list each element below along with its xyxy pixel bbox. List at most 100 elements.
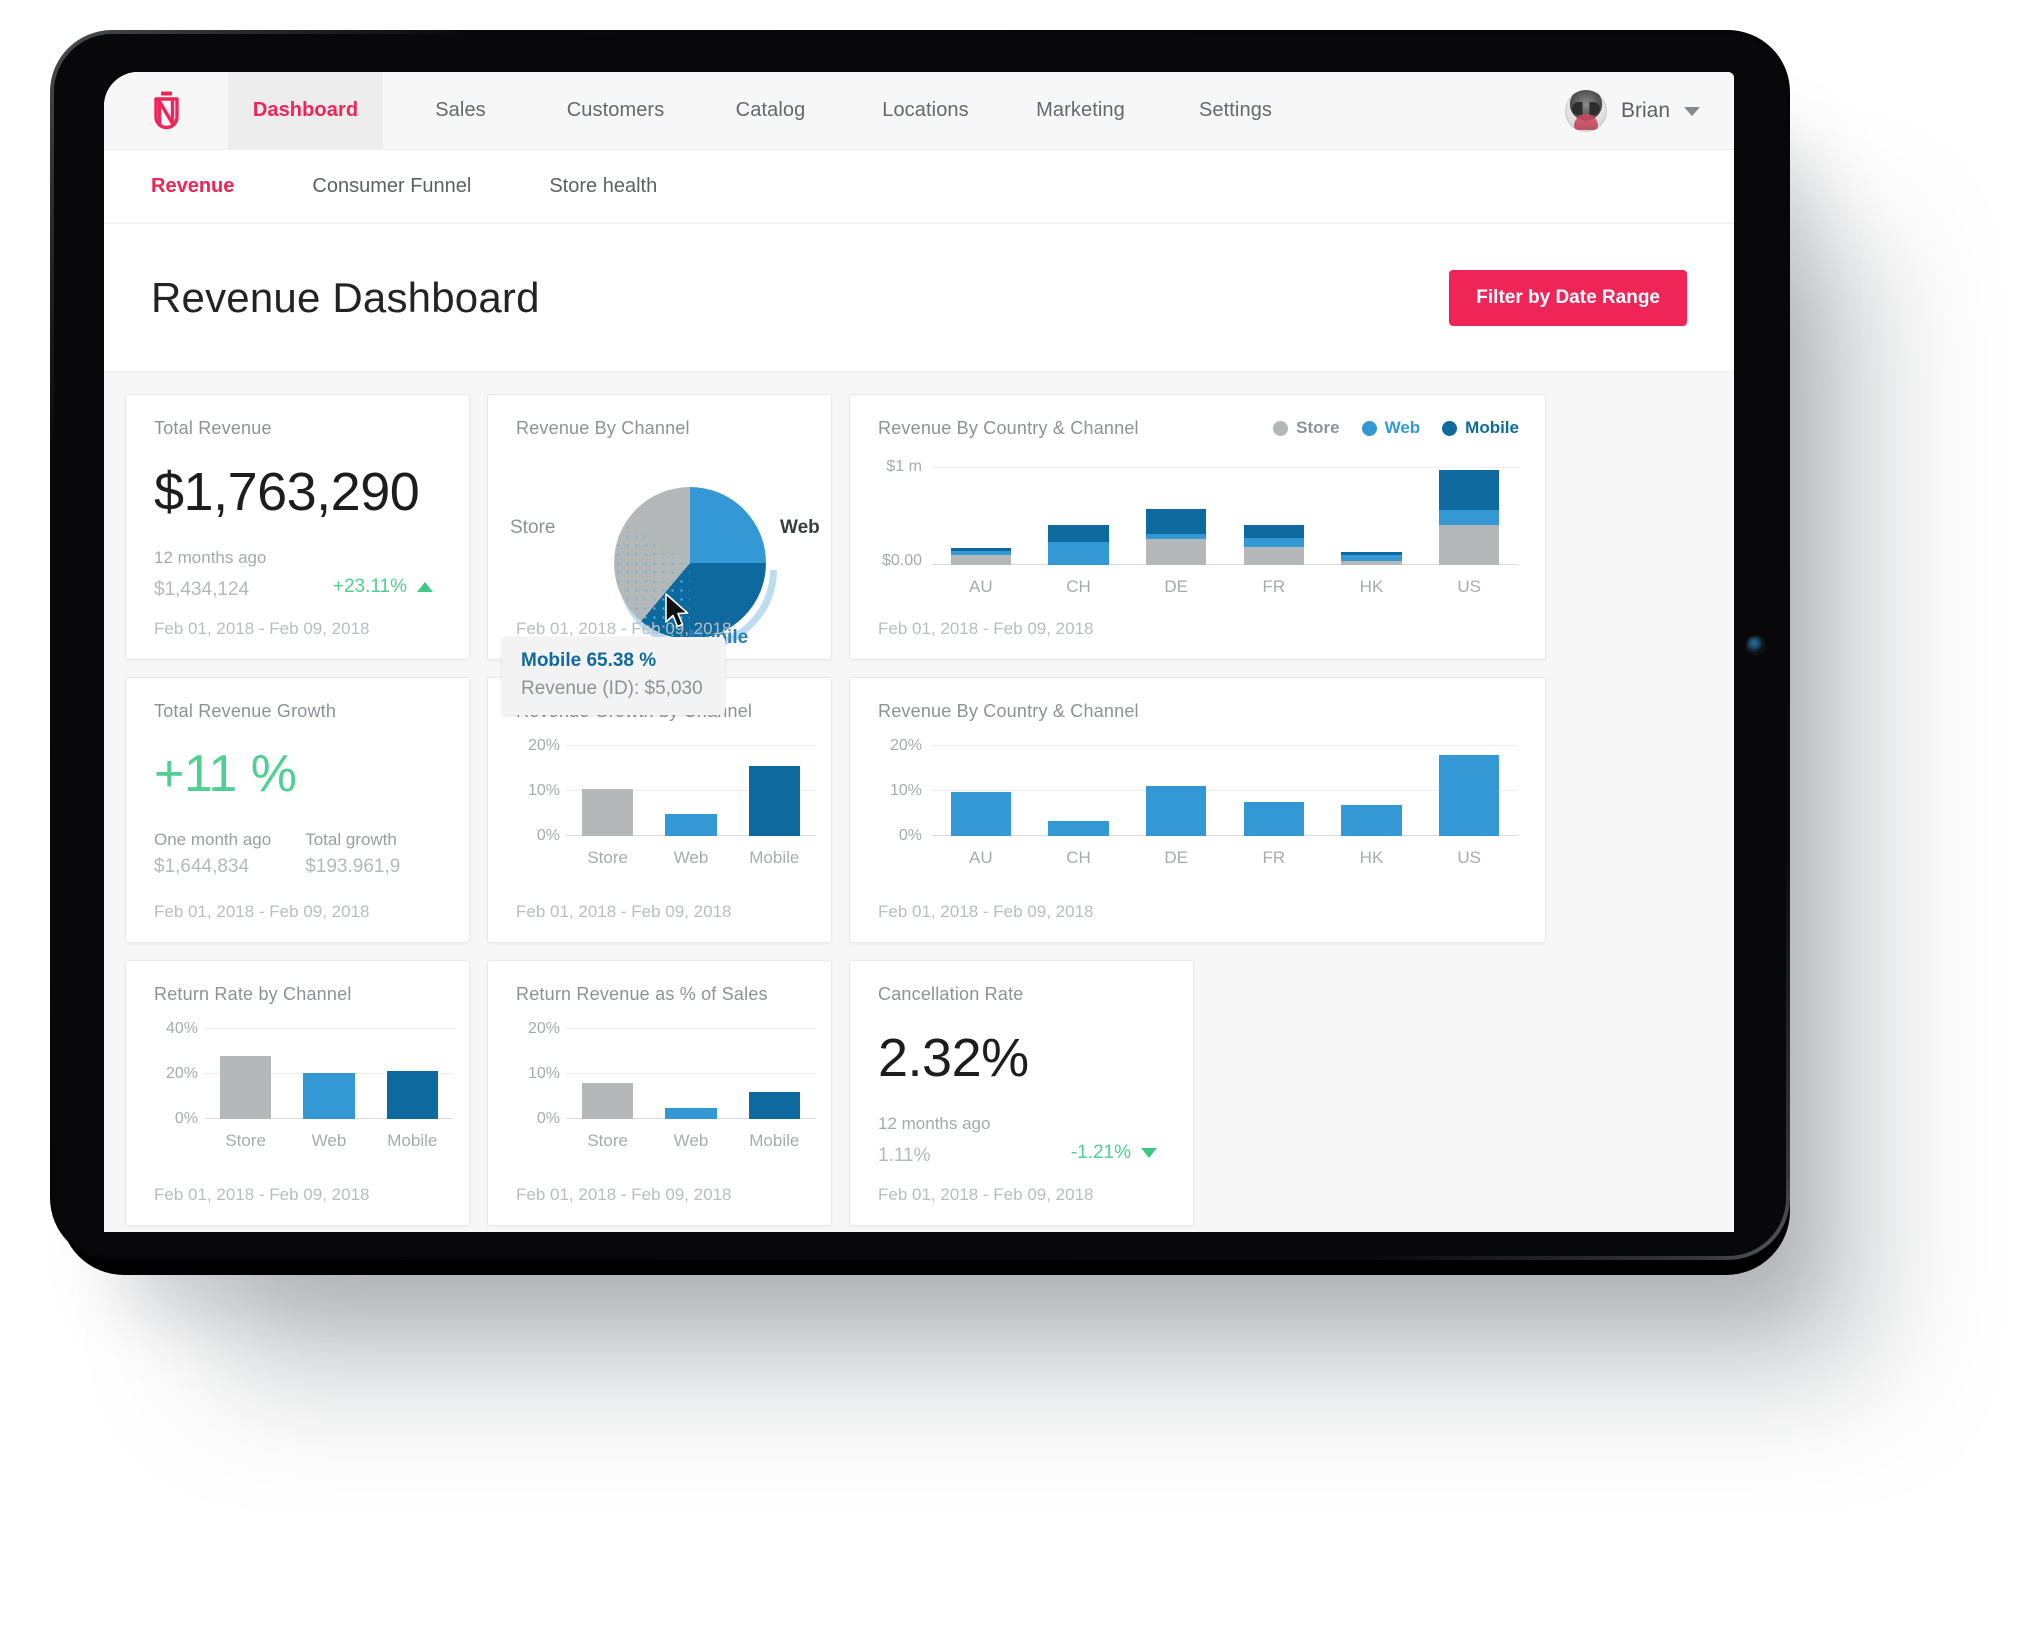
card-title: Return Rate by Channel (154, 984, 352, 1004)
card-date-range: Feb 01, 2018 - Feb 09, 2018 (154, 902, 370, 921)
stacked-bar-ch-web[interactable] (1048, 541, 1109, 565)
card-date-range: Feb 01, 2018 - Feb 09, 2018 (878, 902, 1094, 921)
stacked-bar-us-web[interactable] (1438, 510, 1500, 526)
bar-mobile[interactable] (748, 1092, 801, 1119)
filter-by-date-range-button[interactable]: Filter by Date Range (1449, 269, 1687, 326)
card-total-revenue: Total Revenue $1,763,290 12 months ago $… (125, 394, 470, 660)
nav-tab-catalog[interactable]: Catalog (693, 72, 848, 149)
kpi-label: One month ago (154, 830, 272, 849)
legend-label: Web (1384, 418, 1421, 437)
dashboard-content: Total Revenue $1,763,290 12 months ago $… (104, 372, 1734, 1232)
compare-label: 12 months ago (878, 1114, 991, 1133)
card-title: Cancellation Rate (878, 984, 1024, 1004)
bar-store[interactable] (581, 1083, 634, 1119)
bar-ch[interactable] (1048, 820, 1109, 836)
bar-web[interactable] (303, 1072, 355, 1119)
legend-dot-store (1273, 420, 1289, 436)
stacked-bar-fr-mobile[interactable] (1243, 525, 1305, 539)
nav-tab-label: Settings (1198, 99, 1273, 121)
x-axis-tick-label: US (1457, 577, 1481, 596)
stacked-bar-fr-store[interactable] (1243, 547, 1305, 565)
stacked-bar-au-web[interactable] (950, 551, 1012, 555)
x-axis-tick-label: AU (969, 848, 993, 867)
x-axis-tick-label: AU (969, 577, 993, 596)
nav-tab-marketing[interactable]: Marketing (1003, 72, 1158, 149)
legend-item-mobile[interactable]: Mobile (1442, 418, 1519, 438)
legend-dot-web (1361, 420, 1377, 436)
nav-tab-customers[interactable]: Customers (538, 72, 693, 149)
stacked-bar-hk-store[interactable] (1341, 561, 1402, 565)
card-revenue-by-country-channel-stacked: Revenue By Country & Channel Store Web M… (849, 394, 1546, 660)
growth-kpi-columns: One month ago $1,644,834 Total growth $1… (126, 804, 469, 878)
chevron-down-icon[interactable] (1684, 106, 1700, 116)
stacked-bar-hk-web[interactable] (1341, 555, 1402, 562)
nav-tab-label: Catalog (735, 99, 806, 121)
card-date-range: Feb 01, 2018 - Feb 09, 2018 (154, 619, 370, 638)
subnav-label: Consumer Funnel (312, 175, 472, 197)
camera-icon (1747, 636, 1764, 654)
x-axis-tick-label: HK (1359, 577, 1384, 596)
subnav-item-revenue[interactable]: Revenue (151, 175, 234, 198)
bar-fr[interactable] (1243, 801, 1305, 836)
nav-tab-dashboard[interactable]: Dashboard (228, 72, 383, 149)
pie-label-web: Web (780, 517, 820, 538)
subnav-item-consumer-funnel[interactable]: Consumer Funnel (312, 175, 471, 198)
card-date-range: Feb 01, 2018 - Feb 09, 2018 (516, 1185, 732, 1204)
pie-chart: Store Web Mobile Mobile 65.38 % Revenue … (488, 439, 833, 715)
pie-label-store: Store (510, 517, 556, 538)
plot-area (932, 746, 1518, 836)
stacked-bar-au-store[interactable] (950, 555, 1012, 565)
x-axis-tick-label: Store (225, 1131, 266, 1150)
legend-item-store[interactable]: Store (1273, 418, 1340, 438)
bar-mobile[interactable] (386, 1070, 439, 1119)
bar-hk[interactable] (1341, 805, 1402, 836)
stacked-bar-us-mobile[interactable] (1438, 469, 1500, 511)
nav-tab-settings[interactable]: Settings (1158, 72, 1313, 149)
stacked-bar-fr-web[interactable] (1243, 538, 1305, 548)
nav-tab-label: Dashboard (252, 99, 359, 121)
app-logo[interactable] (104, 72, 228, 149)
growth-kpi-one-month: One month ago $1,644,834 (154, 830, 271, 878)
user-name-label: Brian (1620, 99, 1670, 122)
y-axis-tick: 20% (889, 737, 922, 754)
nav-tab-label: Customers (566, 99, 665, 121)
x-axis-tick-label: Store (587, 848, 628, 867)
tooltip-headline: Mobile 65.38 % (521, 650, 657, 671)
bar-de[interactable] (1145, 785, 1207, 836)
bar-web[interactable] (665, 1107, 717, 1119)
bar-chart-return-rate: 40% 20% 0% Store Web Mobile (154, 1020, 454, 1169)
bar-chart-growth-by-channel: 20% 10% 0% Store Web Mobile (516, 737, 816, 886)
stacked-bar-ch-mobile[interactable] (1048, 525, 1109, 542)
bar-web[interactable] (665, 813, 717, 836)
bar-us[interactable] (1438, 755, 1500, 836)
x-axis-tick-label: FR (1262, 577, 1286, 596)
bar-au[interactable] (950, 792, 1012, 836)
bar-store[interactable] (219, 1055, 272, 1119)
nav-tab-sales[interactable]: Sales (383, 72, 538, 149)
cards-grid: Total Revenue $1,763,290 12 months ago $… (125, 394, 1713, 1226)
bar-store[interactable] (581, 788, 634, 836)
subnav-label: Revenue (151, 175, 235, 197)
card-return-revenue-pct-of-sales: Return Revenue as % of Sales 20% 10% 0% … (487, 960, 832, 1226)
stacked-bar-au-mobile[interactable] (950, 548, 1012, 552)
card-revenue-growth-by-channel: Revenue Growth by Channel 20% 10% 0% Sto… (487, 677, 832, 943)
cancellation-rate-value: 2.32% (878, 1028, 1029, 1088)
stacked-bar-us-store[interactable] (1438, 525, 1500, 565)
bar-mobile[interactable] (748, 766, 801, 836)
stacked-bar-de-mobile[interactable] (1145, 508, 1207, 535)
user-menu[interactable]: Brian (1564, 72, 1700, 150)
bar-chart-return-revenue: 20% 10% 0% Store Web Mobile (516, 1020, 816, 1169)
card-date-range: Feb 01, 2018 - Feb 09, 2018 (154, 1185, 370, 1204)
avatar (1564, 90, 1607, 132)
revenue-growth-value: +11 % (154, 745, 297, 803)
legend-item-web[interactable]: Web (1361, 418, 1421, 438)
card-cancellation-rate: Cancellation Rate 2.32% 12 months ago 1.… (849, 960, 1194, 1226)
compare-value: $1,434,124 (154, 579, 250, 600)
nav-tab-locations[interactable]: Locations (848, 72, 1003, 149)
card-date-range: Feb 01, 2018 - Feb 09, 2018 (516, 619, 732, 638)
x-axis-tick-label: DE (1164, 577, 1188, 596)
stacked-bar-hk-mobile[interactable] (1341, 552, 1402, 556)
stacked-bar-de-store[interactable] (1145, 538, 1207, 565)
stacked-bar-de-web[interactable] (1145, 534, 1207, 539)
subnav-item-store-health[interactable]: Store health (549, 175, 657, 198)
